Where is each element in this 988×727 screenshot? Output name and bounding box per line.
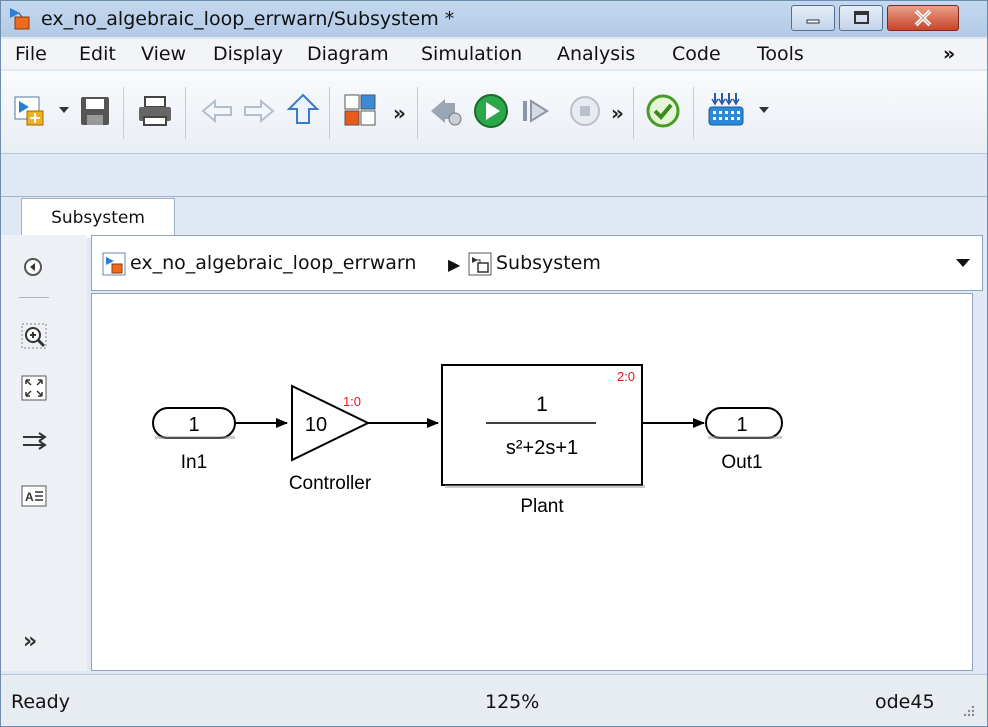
sample-time-tag: 2:0 [617, 369, 635, 384]
back-arrow-icon[interactable] [199, 95, 235, 127]
title-bar[interactable]: ex_no_algebraic_loop_errwarn/Subsystem * [1, 1, 987, 37]
tab-subsystem[interactable]: Subsystem [21, 198, 175, 238]
breadcrumb-separator-icon: ▶ [448, 255, 461, 274]
new-model-icon[interactable] [11, 91, 55, 131]
menu-analysis[interactable]: Analysis [557, 39, 635, 69]
menu-simulation[interactable]: Simulation [421, 39, 522, 69]
model-icon [102, 252, 126, 276]
toolbar: » » [1, 71, 987, 154]
toolbar-separator [417, 87, 418, 139]
menu-edit[interactable]: Edit [79, 39, 116, 69]
outport-number: 1 [736, 414, 747, 436]
save-icon[interactable] [77, 93, 113, 129]
model-advisor-check-icon[interactable] [643, 91, 683, 131]
up-arrow-icon[interactable] [285, 91, 321, 129]
toolbar-separator [329, 87, 330, 139]
minimize-button[interactable] [791, 5, 835, 31]
toolbar-separator [123, 87, 124, 139]
chevron-down-icon[interactable] [757, 103, 771, 117]
inport-label: In1 [181, 452, 207, 473]
step-forward-icon[interactable] [517, 93, 553, 129]
breadcrumb-model-link[interactable]: ex_no_algebraic_loop_errwarn [130, 252, 416, 274]
chevron-down-icon[interactable] [57, 103, 71, 117]
transfer-function-plant[interactable]: 1 s²+2s+1 [441, 364, 645, 488]
menu-bar: File Edit View Display Diagram Simulatio… [1, 39, 987, 69]
toolbar-more-chevron[interactable]: » [611, 101, 624, 125]
outport-out1[interactable]: 1 [705, 407, 783, 439]
solver-name[interactable]: ode45 [875, 691, 935, 713]
toolbar-separator [185, 87, 186, 139]
zoom-level: 125% [485, 691, 540, 713]
status-text: Ready [11, 691, 70, 713]
tf-numerator: 1 [536, 393, 548, 416]
inport-in1[interactable]: 1 [152, 407, 236, 439]
breadcrumb-subsystem-link[interactable]: Subsystem [496, 252, 601, 274]
plant-label: Plant [520, 496, 564, 517]
menu-code[interactable]: Code [672, 39, 721, 69]
tf-denominator: s²+2s+1 [506, 437, 578, 459]
menu-display[interactable]: Display [213, 39, 283, 69]
menu-tools[interactable]: Tools [757, 39, 804, 69]
status-bar: Ready 125% ode45 [1, 674, 987, 726]
breadcrumb: ex_no_algebraic_loop_errwarn ▶ Subsystem [91, 235, 983, 291]
route-lines-icon[interactable] [21, 431, 49, 453]
minimize-icon [806, 19, 820, 24]
close-icon [914, 9, 932, 27]
subsystem-icon [468, 252, 492, 276]
resize-grip-icon[interactable] [961, 703, 977, 719]
close-button[interactable] [887, 5, 959, 31]
zoom-in-icon[interactable] [21, 323, 47, 349]
simulation-data-icon[interactable] [705, 87, 753, 135]
library-browser-icon[interactable] [341, 91, 381, 131]
tab-row: Subsystem [1, 154, 987, 238]
toolbar-separator [633, 87, 634, 139]
diagram-palette: A » [1, 235, 87, 671]
menu-view[interactable]: View [141, 39, 186, 69]
forward-arrow-icon[interactable] [241, 95, 277, 127]
step-back-icon[interactable] [427, 93, 465, 129]
menu-more-chevron[interactable]: » [943, 39, 955, 69]
chevron-down-icon[interactable] [954, 256, 972, 270]
palette-more-chevron[interactable]: » [23, 629, 37, 654]
print-icon[interactable] [135, 93, 175, 129]
fit-to-view-icon[interactable] [21, 375, 47, 401]
maximize-icon [854, 11, 869, 24]
block-diagram: 1 In1 10 1:0 Controller 1 s²+2s+1 2:0 Pl… [152, 364, 783, 517]
outport-label: Out1 [721, 452, 762, 473]
gain-label: Controller [289, 473, 372, 494]
hide-explorer-icon[interactable] [21, 255, 45, 279]
diagram-canvas[interactable]: 1 In1 10 1:0 Controller 1 s²+2s+1 2:0 Pl… [91, 293, 973, 671]
menu-diagram[interactable]: Diagram [307, 39, 389, 69]
run-icon[interactable] [471, 91, 511, 131]
sample-time-tag: 1:0 [343, 394, 361, 409]
palette-divider [19, 297, 49, 298]
gain-value: 10 [305, 414, 327, 436]
menu-file[interactable]: File [15, 39, 47, 69]
window-title: ex_no_algebraic_loop_errwarn/Subsystem * [41, 8, 455, 30]
maximize-button[interactable] [839, 5, 883, 31]
simulink-window: ex_no_algebraic_loop_errwarn/Subsystem *… [0, 0, 988, 727]
stop-icon[interactable] [567, 93, 603, 129]
inport-number: 1 [188, 414, 199, 436]
svg-text:A: A [25, 490, 34, 504]
toolbar-separator [693, 87, 694, 139]
simulink-model-icon [10, 8, 30, 30]
annotation-icon[interactable]: A [21, 485, 47, 507]
toolbar-more-chevron[interactable]: » [393, 101, 406, 125]
